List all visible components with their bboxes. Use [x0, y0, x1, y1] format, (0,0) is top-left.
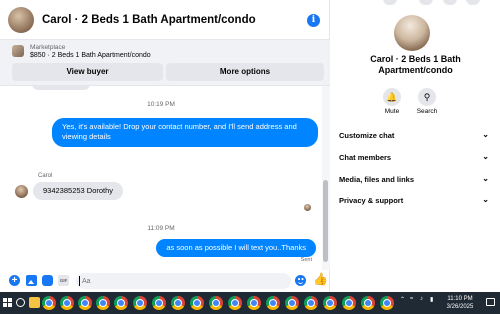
- notification-icon[interactable]: [486, 298, 495, 306]
- chrome-icon[interactable]: [190, 296, 204, 310]
- windows-start-icon[interactable]: [3, 298, 12, 307]
- details-title: Carol · 2 Beds 1 Bath Apartment/condo: [331, 54, 500, 76]
- scrollbar-thumb[interactable]: [323, 180, 328, 262]
- chrome-icon[interactable]: [304, 296, 318, 310]
- chrome-icon[interactable]: [266, 296, 280, 310]
- chrome-icon[interactable]: [60, 296, 74, 310]
- taskbar: [0, 292, 500, 314]
- chat-title[interactable]: Carol · 2 Beds 1 Bath Apartment/condo: [42, 14, 256, 26]
- header-circle-button[interactable]: [443, 0, 457, 5]
- section-label: Chat members: [339, 153, 392, 162]
- sticker-icon[interactable]: [42, 275, 53, 286]
- chrome-icon[interactable]: [96, 296, 110, 310]
- chrome-icon[interactable]: [285, 296, 299, 310]
- chrome-icon[interactable]: [247, 296, 261, 310]
- view-buyer-button[interactable]: View buyer: [12, 63, 163, 81]
- clock-time: 11:10 PM: [447, 296, 473, 302]
- section-label: Customize chat: [339, 131, 395, 140]
- outgoing-message: as soon as possible I will text you..Tha…: [156, 239, 316, 257]
- chrome-icon[interactable]: [133, 296, 147, 310]
- folder-icon[interactable]: [29, 297, 40, 308]
- chrome-icon[interactable]: [361, 296, 375, 310]
- taskbar-clock[interactable]: 11:10 PM 3/26/2025: [440, 295, 480, 311]
- chat-pane: Carol · 2 Beds 1 Bath Apartment/condo i …: [0, 0, 330, 292]
- volume-icon[interactable]: ♪: [420, 296, 423, 302]
- listing-thumbnail[interactable]: [12, 45, 24, 57]
- chrome-icon[interactable]: [342, 296, 356, 310]
- plus-icon[interactable]: +: [9, 275, 20, 286]
- listing-title[interactable]: $850 · 2 Beds 1 Bath Apartment/condo: [30, 52, 151, 59]
- message-bubble: [32, 86, 90, 90]
- section-media-files-links[interactable]: Media, files and links ⌄: [339, 174, 489, 184]
- image-icon[interactable]: [26, 275, 37, 286]
- gif-icon[interactable]: GIF: [58, 275, 69, 286]
- timestamp: 11:09 PM: [147, 225, 175, 232]
- more-options-button[interactable]: More options: [166, 63, 324, 81]
- chrome-icon[interactable]: [228, 296, 242, 310]
- chrome-icon[interactable]: [42, 296, 56, 310]
- marketplace-label: Marketplace: [30, 44, 66, 51]
- message-text: as soon as possible I will text you..Tha…: [166, 243, 306, 252]
- sender-name: Carol: [38, 173, 53, 179]
- message-text: Yes, it's available! Drop your contact n…: [62, 122, 297, 131]
- chrome-icon[interactable]: [152, 296, 166, 310]
- chevron-down-icon: ⌄: [482, 130, 489, 139]
- chat-header: Carol · 2 Beds 1 Bath Apartment/condo i: [0, 0, 330, 40]
- chevron-down-icon: ⌄: [482, 195, 489, 204]
- thumbs-up-icon[interactable]: 👍: [313, 273, 328, 286]
- avatar[interactable]: [466, 0, 480, 5]
- composer: + GIF: [0, 270, 330, 292]
- avatar[interactable]: [15, 185, 28, 198]
- emoji-icon[interactable]: [295, 275, 306, 286]
- section-label: Privacy & support: [339, 196, 404, 205]
- details-title-line: Carol · 2 Beds 1 Bath: [370, 54, 461, 64]
- chrome-icon[interactable]: [323, 296, 337, 310]
- search-label[interactable]: Search: [409, 108, 445, 115]
- message-text: viewing details: [62, 132, 111, 141]
- section-customize-chat[interactable]: Customize chat ⌄: [339, 130, 489, 140]
- avatar[interactable]: [8, 6, 34, 33]
- info-icon[interactable]: i: [307, 14, 320, 27]
- mute-label[interactable]: Mute: [374, 108, 410, 115]
- listing-avatar[interactable]: [394, 15, 430, 51]
- incoming-message: 9342385253 Dorothy: [33, 182, 124, 200]
- chrome-icon[interactable]: [209, 296, 223, 310]
- details-title-line: Apartment/condo: [378, 65, 453, 75]
- seen-avatar: [304, 204, 311, 211]
- chrome-icon[interactable]: [114, 296, 128, 310]
- details-pane: Carol · 2 Beds 1 Bath Apartment/condo 🔔 …: [331, 0, 500, 292]
- chrome-icon[interactable]: [380, 296, 394, 310]
- outgoing-message: Yes, it's available! Drop your contact n…: [52, 118, 318, 147]
- message-list: 10:19 PM Yes, it's available! Drop your …: [0, 86, 322, 270]
- message-text: 9342385253 Dorothy: [43, 186, 114, 195]
- section-chat-members[interactable]: Chat members ⌄: [339, 152, 489, 162]
- header-circle-button[interactable]: [383, 0, 397, 5]
- chevron-down-icon: ⌄: [482, 152, 489, 161]
- message-input[interactable]: [76, 273, 291, 289]
- bell-icon[interactable]: 🔔: [383, 88, 401, 106]
- header-circle-button[interactable]: [419, 0, 433, 5]
- section-label: Media, files and links: [339, 175, 415, 184]
- chevron-down-icon: ⌄: [482, 174, 489, 183]
- text-caret: [79, 276, 80, 286]
- chrome-icon[interactable]: [78, 296, 92, 310]
- sent-status: Sent: [300, 257, 312, 263]
- timestamp: 10:19 PM: [147, 101, 175, 108]
- tray-chevron-icon[interactable]: ⌃: [400, 296, 405, 303]
- wifi-icon[interactable]: ≈: [410, 296, 413, 302]
- battery-icon[interactable]: ▮: [430, 296, 433, 303]
- chrome-icon[interactable]: [171, 296, 185, 310]
- clock-date: 3/26/2025: [446, 304, 474, 310]
- search-icon[interactable]: [16, 298, 25, 307]
- section-privacy-support[interactable]: Privacy & support ⌄: [339, 195, 489, 205]
- search-icon[interactable]: ⚲: [418, 88, 436, 106]
